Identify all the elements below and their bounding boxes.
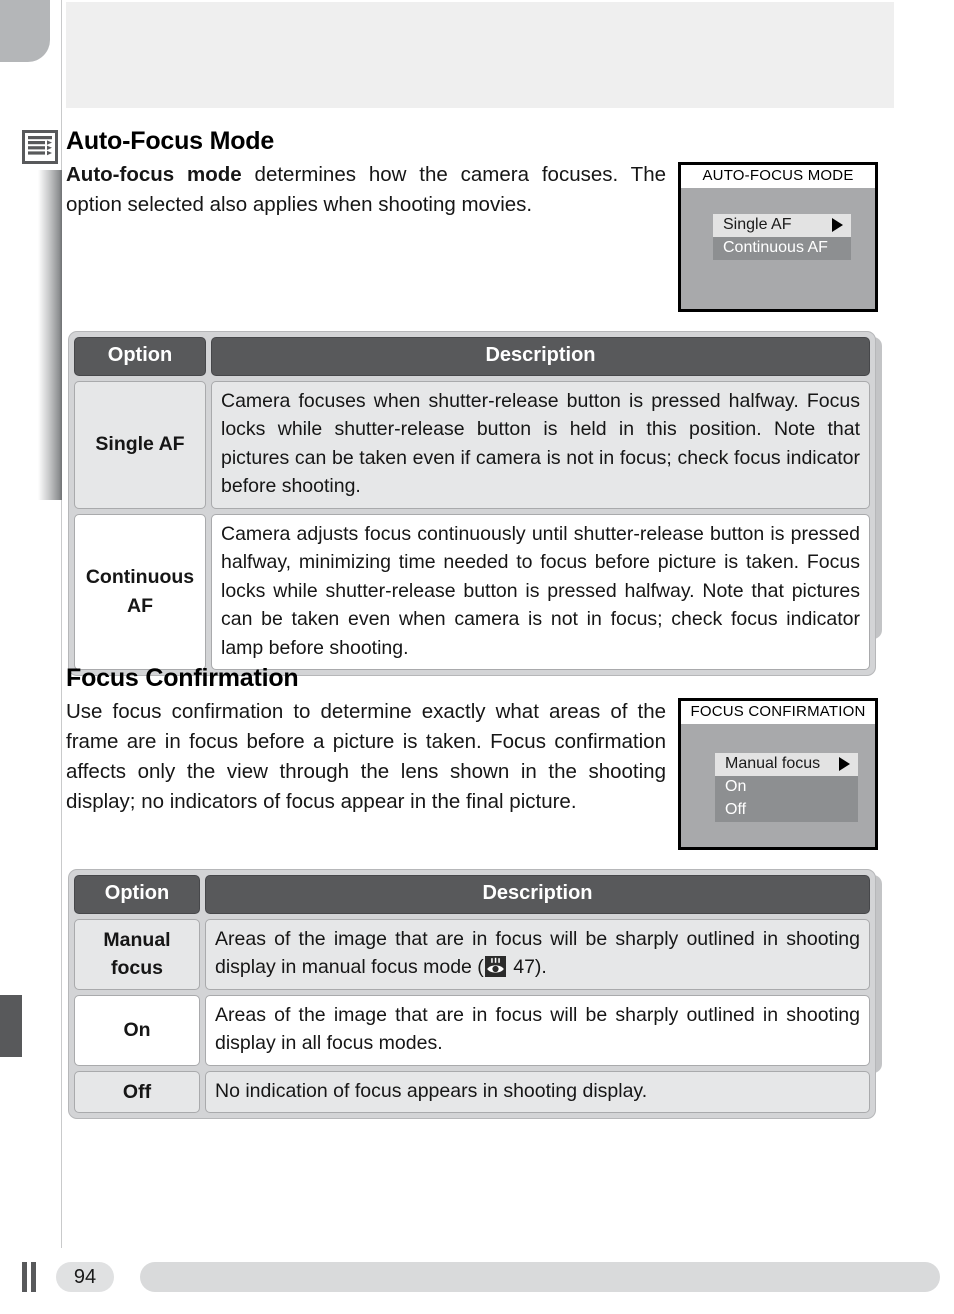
row-option-continuous-af: Continuous AF	[74, 513, 206, 670]
row-description-single-af: Camera focuses when shutter-release butt…	[211, 380, 870, 509]
column-header-option: Option	[74, 875, 200, 914]
row-option-on: On	[74, 994, 200, 1066]
menu-item-single-af[interactable]: Single AF	[713, 214, 851, 237]
header-band	[66, 2, 894, 108]
sidebar-edge-tab-marker	[0, 995, 22, 1057]
table-row: Continuous AF Camera adjusts focus conti…	[74, 513, 870, 670]
table-row: On Areas of the image that are in focus …	[74, 994, 870, 1066]
menu-item-manual-focus[interactable]: Manual focus	[715, 753, 858, 776]
section-title-focus-confirmation: Focus Confirmation	[66, 664, 299, 692]
row-description-manual-focus: Areas of the image that are in focus wil…	[205, 918, 870, 990]
menu-item-on[interactable]: On	[715, 776, 858, 799]
menu-option-list: Single AF Continuous AF	[713, 214, 851, 260]
menu-screen-title: FOCUS CONFIRMATION	[681, 701, 875, 724]
column-header-option: Option	[74, 337, 206, 376]
description-cross-reference-page: 47).	[507, 956, 547, 978]
camera-menu-screenshot-focus-confirmation: FOCUS CONFIRMATION Manual focus On Off	[678, 698, 878, 850]
chevron-right-icon	[832, 218, 843, 232]
camera-menu-screenshot-auto-focus-mode: AUTO-FOCUS MODE Single AF Continuous AF	[678, 162, 878, 312]
section-title-auto-focus-mode: Auto-Focus Mode	[66, 127, 275, 155]
table-focus-confirmation: Option Description Manual focus Areas of…	[68, 869, 882, 1119]
menu-item-label: Manual focus	[725, 755, 821, 772]
menu-item-label: Off	[725, 801, 747, 818]
menu-item-label: Continuous AF	[723, 239, 828, 256]
row-option-single-af: Single AF	[74, 380, 206, 509]
menu-item-label: Single AF	[723, 216, 792, 233]
table-row: Off No indication of focus appears in sh…	[74, 1070, 870, 1113]
row-description-continuous-af: Camera adjusts focus continuously until …	[211, 513, 870, 670]
section-body-auto-focus-mode: Auto-focus mode determines how the camer…	[66, 160, 666, 220]
menu-list-icon	[22, 130, 58, 164]
row-option-manual-focus: Manual focus	[74, 918, 200, 990]
table-row: Single AF Camera focuses when shutter-re…	[74, 380, 870, 509]
table-header-row: Option Description	[74, 875, 870, 914]
column-header-description: Description	[211, 337, 870, 376]
body-lead-bold: Auto-focus mode	[66, 163, 242, 186]
page-number: 94	[56, 1262, 114, 1292]
menu-option-list: Manual focus On Off	[715, 753, 858, 822]
column-header-description: Description	[205, 875, 870, 914]
menu-screen-title: AUTO-FOCUS MODE	[681, 165, 875, 188]
eye-icon	[484, 956, 506, 977]
menu-item-off[interactable]: Off	[715, 799, 858, 822]
row-option-off: Off	[74, 1070, 200, 1113]
footer-rule	[140, 1262, 940, 1292]
chevron-right-icon	[839, 757, 850, 771]
header-corner-tab	[0, 0, 50, 62]
table-row: Manual focus Areas of the image that are…	[74, 918, 870, 990]
section-body-focus-confirmation: Use focus confirmation to determine exac…	[66, 700, 666, 813]
table-auto-focus-mode: Option Description Single AF Camera focu…	[68, 331, 882, 676]
row-description-on: Areas of the image that are in focus wil…	[205, 994, 870, 1066]
table-header-row: Option Description	[74, 337, 870, 376]
manual-page: Menu Guide—The Shooting Menu Auto-Focus …	[0, 0, 954, 1314]
menu-item-label: On	[725, 778, 747, 795]
row-description-off: No indication of focus appears in shooti…	[205, 1070, 870, 1113]
sidebar-gradient-rail	[38, 170, 62, 500]
menu-item-continuous-af[interactable]: Continuous AF	[713, 237, 851, 260]
footer-bar-marks	[22, 1262, 36, 1292]
